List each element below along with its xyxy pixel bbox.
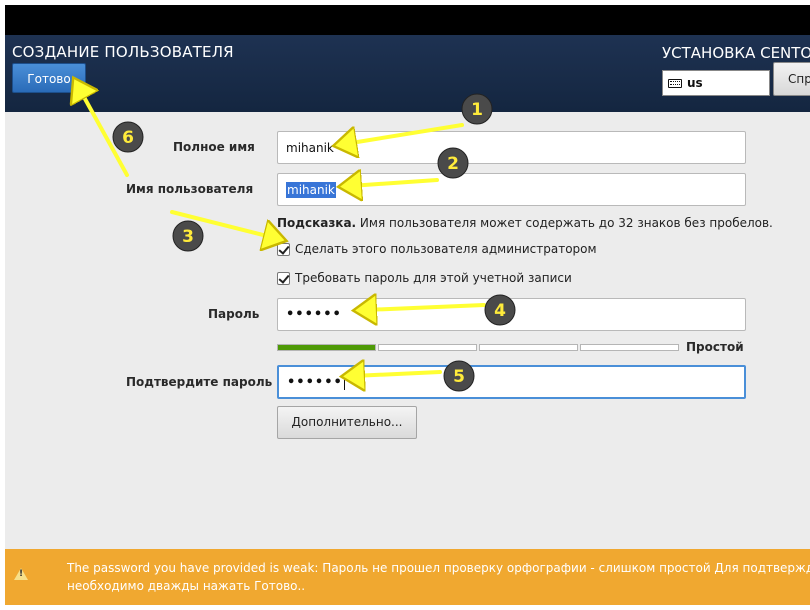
keyboard-layout-label: us	[687, 76, 703, 90]
done-button[interactable]: Готово	[12, 63, 86, 93]
admin-checkbox-row[interactable]: Сделать этого пользователя администратор…	[277, 242, 597, 256]
warning-icon	[14, 568, 28, 580]
require-password-label: Требовать пароль для этой учетной записи	[295, 271, 572, 285]
user-form: Полное имя mihanik Имя пользователя miha…	[5, 112, 810, 549]
install-title: УСТАНОВКА CENTOS 7	[662, 44, 810, 62]
username-input[interactable]: mihanik	[277, 173, 746, 206]
password-strength-label: Простой	[686, 340, 744, 354]
require-password-checkbox[interactable]	[277, 271, 290, 285]
confirm-password-input[interactable]: ••••••	[277, 365, 746, 399]
keyboard-icon	[668, 78, 682, 88]
strength-segment	[479, 344, 578, 351]
admin-checkbox-label: Сделать этого пользователя администратор…	[295, 242, 597, 256]
help-button[interactable]: Справка!	[773, 62, 810, 96]
require-password-checkbox-row[interactable]: Требовать пароль для этой учетной записи	[277, 271, 572, 285]
password-label: Пароль	[208, 307, 260, 321]
confirm-password-value: ••••••	[287, 374, 343, 390]
warning-bar[interactable]: The password you have provided is weak: …	[5, 549, 810, 605]
password-strength-bar	[277, 344, 679, 351]
page-title: СОЗДАНИЕ ПОЛЬЗОВАТЕЛЯ	[12, 43, 234, 61]
confirm-password-label: Подтвердите пароль	[126, 375, 273, 389]
full-name-label: Полное имя	[173, 140, 255, 154]
keyboard-layout-indicator[interactable]: us	[662, 70, 770, 96]
text-caret	[343, 374, 345, 390]
warning-message: The password you have provided is weak: …	[67, 559, 810, 595]
strength-segment	[378, 344, 477, 351]
warning-line-2: необходимо дважды нажать Готово..	[67, 579, 306, 593]
username-label: Имя пользователя	[126, 182, 254, 196]
password-value: ••••••	[286, 307, 342, 322]
header-bar: СОЗДАНИЕ ПОЛЬЗОВАТЕЛЯ Готово УСТАНОВКА C…	[5, 35, 810, 112]
strength-segment	[277, 344, 376, 351]
username-value: mihanik	[286, 181, 336, 198]
hint-bold: Подсказка.	[277, 216, 357, 230]
full-name-input[interactable]: mihanik	[277, 131, 746, 164]
strength-segment	[580, 344, 679, 351]
admin-checkbox[interactable]	[277, 242, 290, 256]
full-name-value: mihanik	[286, 140, 334, 155]
warning-line-1: The password you have provided is weak: …	[67, 561, 810, 575]
username-hint: Подсказка. Имя пользователя может содерж…	[277, 216, 773, 230]
strength-fill	[278, 345, 375, 350]
installer-window: СОЗДАНИЕ ПОЛЬЗОВАТЕЛЯ Готово УСТАНОВКА C…	[5, 5, 810, 605]
advanced-button[interactable]: Дополнительно...	[277, 406, 417, 439]
hint-text: Имя пользователя может содержать до 32 з…	[356, 216, 773, 230]
password-input[interactable]: ••••••	[277, 298, 746, 331]
